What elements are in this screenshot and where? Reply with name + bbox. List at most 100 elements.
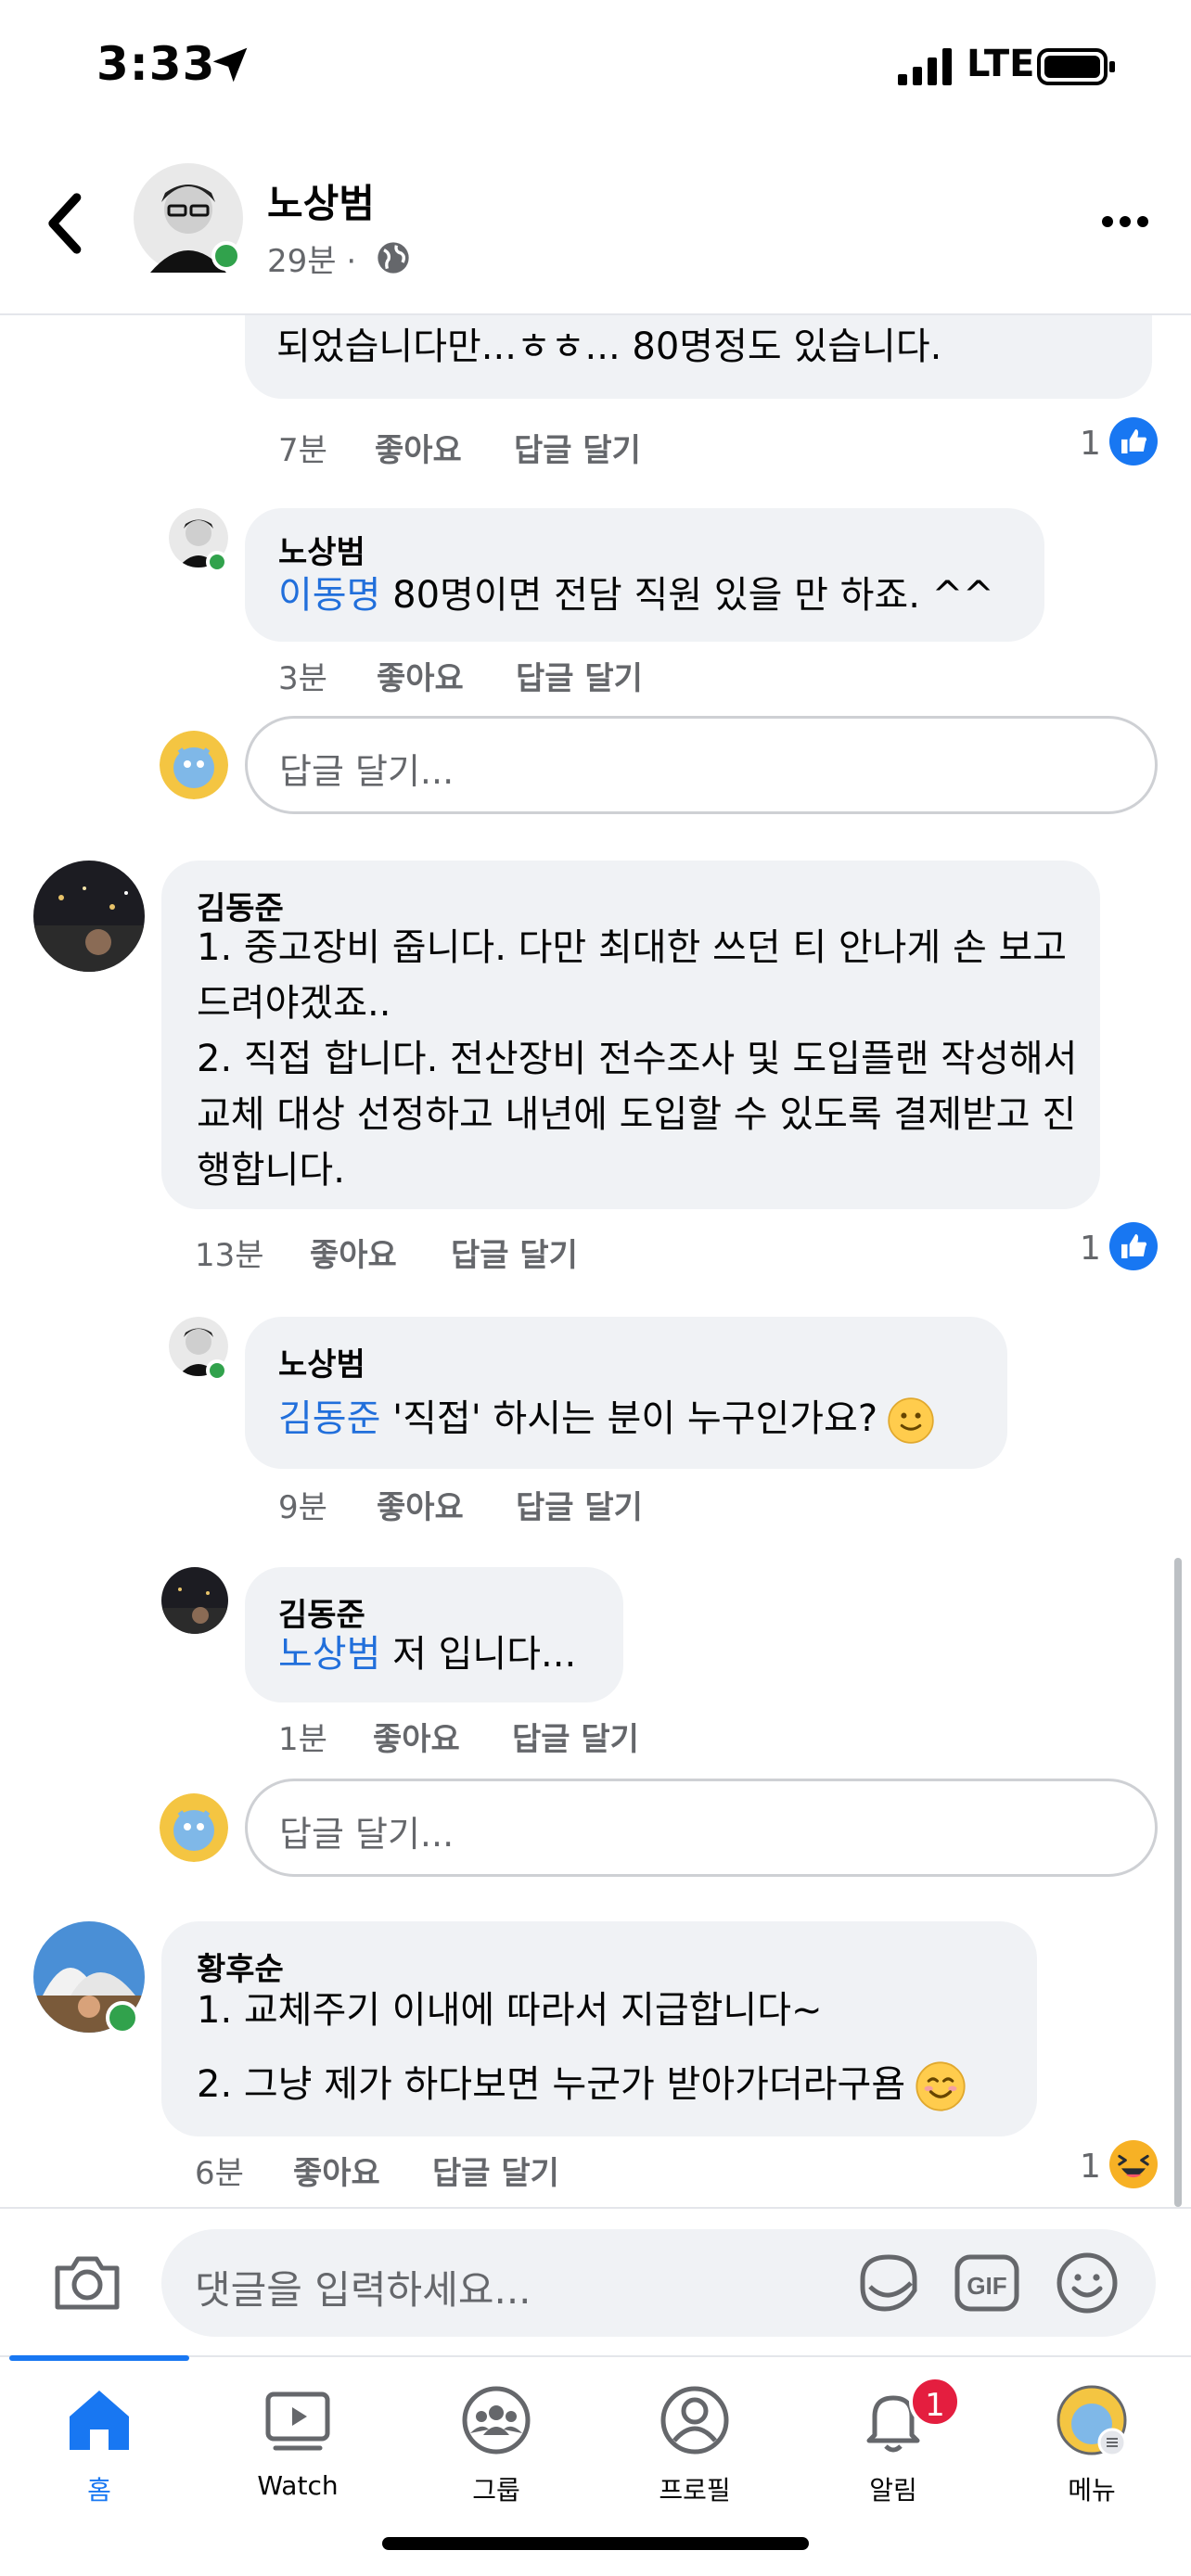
comment-time: 9분: [278, 1489, 327, 1526]
slight-smile-emoji-icon: [888, 1397, 934, 1444]
comment-bubble: 김동준 1. 중고장비 줍니다. 다만 최대한 쓰던 티 안나게 손 보고 드려…: [161, 861, 1100, 1209]
comment-input[interactable]: 댓글을 입력하세요... GIF: [161, 2229, 1156, 2337]
back-chevron-icon[interactable]: [43, 191, 89, 256]
cellular-signal-icon: [898, 48, 952, 85]
tab-label: 홈: [87, 2475, 111, 2506]
mention-link[interactable]: 김동준: [278, 1397, 380, 1440]
tab-groups[interactable]: 그룹: [397, 2357, 596, 2524]
comment-body: '직접' 하시는 분이 누구인가요?: [380, 1397, 878, 1440]
reply-button[interactable]: 답글 달기: [451, 1230, 578, 1275]
tab-notifications[interactable]: 1 알림: [794, 2357, 992, 2524]
comment-text-line: 드려야겠죠..: [197, 982, 391, 1025]
haha-reaction-icon[interactable]: [1109, 2140, 1158, 2188]
reaction-count: 1: [1080, 1230, 1101, 1268]
comment-text-line: 교체 대상 선정하고 내년에 도입할 수 있도록 결제받고 진: [197, 1093, 1077, 1136]
current-user-avatar: [160, 1793, 228, 1862]
more-options-icon[interactable]: [1100, 208, 1150, 236]
sticker-icon[interactable]: [855, 2250, 922, 2316]
comment-bubble: 황후순 1. 교체주기 이내에 따라서 지급합니다~ 2. 그냥 제가 하다보면…: [161, 1921, 1037, 2136]
like-button[interactable]: 좋아요: [377, 1482, 464, 1527]
scrollbar[interactable]: [1174, 1558, 1182, 2207]
tab-label: 알림: [869, 2475, 917, 2506]
gif-icon[interactable]: GIF: [954, 2253, 1020, 2313]
comment-time: 3분: [278, 660, 327, 697]
like-button[interactable]: 좋아요: [375, 425, 462, 470]
reply-input[interactable]: 답글 달기...: [245, 716, 1158, 814]
camera-icon[interactable]: [52, 2253, 122, 2313]
comment-bubble: 김동준 노상범 저 입니다...: [245, 1567, 623, 1702]
blush-smile-emoji-icon: [916, 2061, 966, 2111]
comment-time: 6분: [195, 2155, 244, 2192]
comment-body: 저 입니다...: [380, 1633, 577, 1676]
reply-button[interactable]: 답글 달기: [432, 2148, 559, 2193]
tab-label: 메뉴: [1068, 2475, 1116, 2506]
commenter-avatar[interactable]: [161, 1567, 228, 1634]
comment-text: 이동명 80명이면 전담 직원 있을 만 하죠. ^^: [278, 567, 994, 623]
globe-icon: [378, 242, 409, 274]
svg-text:GIF: GIF: [967, 2272, 1006, 2300]
reaction-count: 1: [1080, 425, 1101, 463]
status-time: 3:33: [96, 37, 216, 91]
comment-text-line: 행합니다.: [197, 1149, 345, 1192]
comment-time: 1분: [278, 1721, 327, 1758]
menu-avatar-icon: [1057, 2385, 1127, 2457]
reaction-count: 1: [1080, 2148, 1101, 2186]
tab-home[interactable]: 홈: [0, 2355, 198, 2524]
notification-badge: 1: [909, 2376, 961, 2428]
like-button[interactable]: 좋아요: [377, 653, 464, 698]
mention-link[interactable]: 노상범: [278, 1633, 380, 1676]
tab-label: Watch: [257, 2470, 339, 2501]
post-header: 노상범 29분 ·: [0, 139, 1191, 315]
emoji-icon[interactable]: [1054, 2250, 1121, 2316]
reply-button[interactable]: 답글 달기: [516, 653, 643, 698]
tab-label: 그룹: [472, 2475, 520, 2506]
reply-button[interactable]: 답글 달기: [512, 1714, 639, 1759]
online-status-dot: [206, 551, 228, 573]
commenter-avatar[interactable]: [33, 861, 145, 972]
online-status-dot: [206, 1359, 228, 1382]
comment-text: 김동준 '직접' 하시는 분이 누구인가요?: [278, 1391, 935, 1447]
like-button[interactable]: 좋아요: [373, 1714, 460, 1759]
comment-text-line: 1. 교체주기 이내에 따라서 지급합니다~: [197, 1989, 823, 2032]
commenter-name[interactable]: 노상범: [278, 527, 365, 572]
comment-time: 13분: [195, 1237, 264, 1274]
reply-button[interactable]: 답글 달기: [514, 425, 641, 470]
comment-text: 노상범 저 입니다...: [278, 1626, 576, 1682]
comment-time: 7분: [278, 432, 327, 469]
commenter-name[interactable]: 노상범: [278, 1339, 365, 1384]
author-name[interactable]: 노상범: [267, 172, 375, 229]
reply-button[interactable]: 답글 달기: [516, 1482, 643, 1527]
watch-icon: [265, 2391, 330, 2451]
active-tab-indicator: [9, 2355, 189, 2361]
tab-menu[interactable]: 메뉴: [992, 2357, 1191, 2524]
tab-label: 프로필: [659, 2475, 731, 2506]
comment-bubble: 노상범 김동준 '직접' 하시는 분이 누구인가요?: [245, 1317, 1007, 1469]
mention-link[interactable]: 이동명: [278, 574, 380, 617]
comment-bubble: 되었습니다만...ㅎㅎ... 80명정도 있습니다.: [245, 315, 1152, 399]
profile-icon: [660, 2386, 729, 2455]
comment-body: 80명이면 전담 직원 있을 만 하죠. ^^: [380, 574, 994, 617]
comment-bubble: 노상범 이동명 80명이면 전담 직원 있을 만 하죠. ^^: [245, 508, 1044, 642]
online-status-dot: [211, 241, 241, 271]
comment-placeholder: 댓글을 입력하세요...: [195, 2267, 531, 2313]
home-icon: [70, 2391, 129, 2450]
battery-icon: [1037, 48, 1115, 85]
reply-input[interactable]: 답글 달기...: [245, 1779, 1158, 1877]
like-reaction-icon[interactable]: [1109, 1222, 1158, 1270]
network-type: LTE: [967, 43, 1035, 85]
tab-profile[interactable]: 프로필: [596, 2357, 794, 2524]
comment-composer: 댓글을 입력하세요... GIF: [0, 2207, 1191, 2355]
tab-watch[interactable]: Watch: [198, 2357, 397, 2524]
comment-text-line: 1. 중고장비 줍니다. 다만 최대한 쓰던 티 안나게 손 보고: [197, 926, 1068, 969]
comment-text: 되었습니다만...ㅎㅎ... 80명정도 있습니다.: [276, 325, 942, 368]
like-button[interactable]: 좋아요: [293, 2148, 380, 2193]
reply-placeholder: 답글 달기...: [279, 1814, 455, 1855]
like-button[interactable]: 좋아요: [310, 1230, 397, 1275]
like-reaction-icon[interactable]: [1109, 417, 1158, 465]
comments-feed[interactable]: 되었습니다만...ㅎㅎ... 80명정도 있습니다. 7분 좋아요 답글 달기 …: [0, 315, 1191, 2207]
comment-text-line: 2. 그냥 제가 하다보면 누군가 받아가더라구욤: [197, 2057, 967, 2112]
current-user-avatar: [160, 731, 228, 799]
home-indicator: [382, 2537, 809, 2550]
author-avatar[interactable]: [134, 163, 243, 273]
reply-placeholder: 답글 달기...: [279, 751, 455, 792]
